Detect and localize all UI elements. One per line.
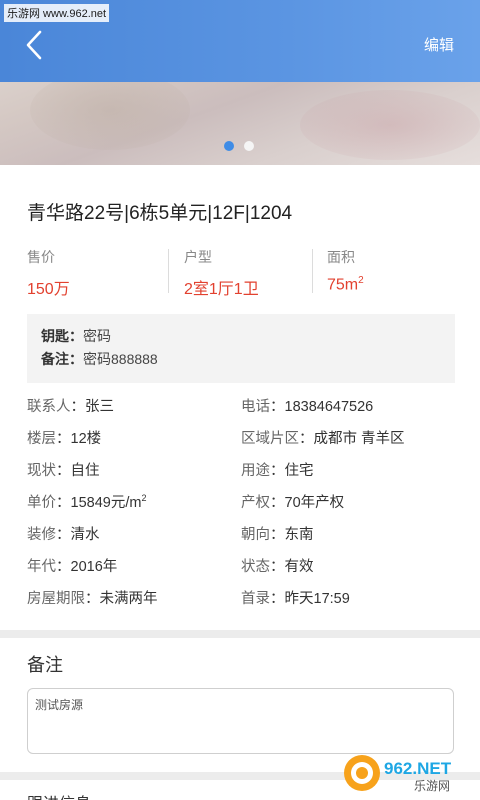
detail-value: 成都市 青羊区: [313, 431, 405, 447]
detail-value: 2016年: [70, 559, 118, 575]
photo-texture: [300, 90, 480, 160]
phone-value[interactable]: 18384647526: [285, 399, 374, 415]
key-row: 钥匙：密码: [41, 328, 111, 344]
property-title: 青华路22号|6栋5单元|12F|1204: [27, 203, 293, 224]
stat-label: 户型: [184, 249, 212, 265]
stat-label: 售价: [27, 249, 55, 265]
detail-row: 装修：清水 朝向：东南: [27, 527, 314, 543]
divider: [312, 249, 313, 293]
photo-texture: [30, 70, 190, 150]
key-info-box: 钥匙：密码 备注：密码888888: [27, 314, 455, 383]
logo-subtext: 乐游网: [414, 779, 450, 793]
detail-label: 产权: [241, 495, 270, 511]
key-label: 钥匙: [41, 328, 69, 344]
section-divider: [0, 630, 480, 638]
key-note-label: 备注: [41, 351, 69, 367]
key-stats: 售价 150万 户型 2室1厅1卫 面积 75m2: [27, 247, 457, 298]
stat-value-text: 75m: [327, 276, 359, 294]
detail-row: 现状：自住 用途：住宅: [27, 463, 314, 479]
detail-value: 东南: [284, 527, 314, 543]
detail-label: 区域片区: [241, 431, 299, 447]
remarks-title: 备注: [27, 655, 63, 675]
unit-superscript: 2: [141, 493, 147, 504]
detail-label: 朝向: [241, 527, 270, 543]
stat-value: 2室1厅1卫: [184, 281, 259, 298]
stat-area: 面积 75m2: [327, 247, 364, 295]
detail-value: 15849元/m: [70, 495, 142, 511]
carousel-dot-2[interactable]: [244, 141, 254, 151]
detail-label: 装修: [27, 527, 56, 543]
stat-value: 150万: [27, 281, 70, 298]
unit-superscript: 2: [358, 275, 364, 286]
edit-button[interactable]: 编辑: [424, 34, 454, 55]
detail-row: 房屋期限：未满两年 首录：昨天17:59: [27, 591, 350, 607]
remarks-textarea[interactable]: 测试房源: [27, 688, 454, 754]
back-button[interactable]: [22, 28, 48, 62]
site-watermark: 乐游网 www.962.net: [4, 4, 110, 22]
detail-value: 住宅: [284, 463, 314, 479]
key-value: 密码: [83, 328, 111, 344]
detail-value: 清水: [70, 527, 100, 543]
key-note-row: 备注：密码888888: [41, 351, 158, 367]
stat-layout: 户型 2室1厅1卫: [184, 247, 259, 298]
detail-label: 房屋期限: [27, 591, 85, 607]
detail-label: 用途: [241, 463, 270, 479]
remarks-content: 测试房源: [35, 698, 84, 712]
detail-label: 首录: [241, 591, 270, 607]
detail-value: 有效: [284, 559, 314, 575]
detail-label: 年代: [27, 559, 56, 575]
detail-row: 单价：15849元/m2 产权：70年产权: [27, 493, 345, 511]
detail-value: 昨天17:59: [284, 591, 350, 607]
detail-value: 70年产权: [284, 495, 345, 511]
detail-label: 状态: [241, 559, 270, 575]
detail-row: 联系人：张三 电话：18384647526: [27, 399, 374, 415]
carousel-dot-1[interactable]: [224, 141, 234, 151]
detail-label: 电话: [241, 399, 270, 415]
detail-label: 联系人: [27, 399, 71, 415]
stat-value: 75m2: [327, 275, 364, 294]
stat-price: 售价 150万: [27, 247, 70, 298]
detail-label: 单价: [27, 495, 56, 511]
carousel-indicator: [224, 141, 254, 151]
key-note-value: 密码888888: [83, 351, 158, 367]
follow-up-title: 跟进信息: [27, 790, 91, 800]
detail-label: 现状: [27, 463, 56, 479]
detail-value: 张三: [85, 399, 114, 415]
chevron-left-icon: [26, 30, 42, 60]
divider: [168, 249, 169, 293]
site-logo: 962.NET 乐游网: [344, 755, 452, 793]
detail-row: 年代：2016年 状态：有效: [27, 559, 314, 575]
top-nav-bar: 乐游网 www.962.net 编辑: [0, 0, 480, 82]
detail-value: 未满两年: [99, 591, 158, 607]
detail-row: 楼层：12楼 区域片区：成都市 青羊区: [27, 431, 405, 447]
logo-text: 962.NET: [384, 759, 452, 778]
detail-value: 12楼: [70, 431, 102, 447]
detail-label: 楼层: [27, 431, 56, 447]
detail-value: 自住: [70, 463, 100, 479]
stat-label: 面积: [327, 249, 355, 265]
